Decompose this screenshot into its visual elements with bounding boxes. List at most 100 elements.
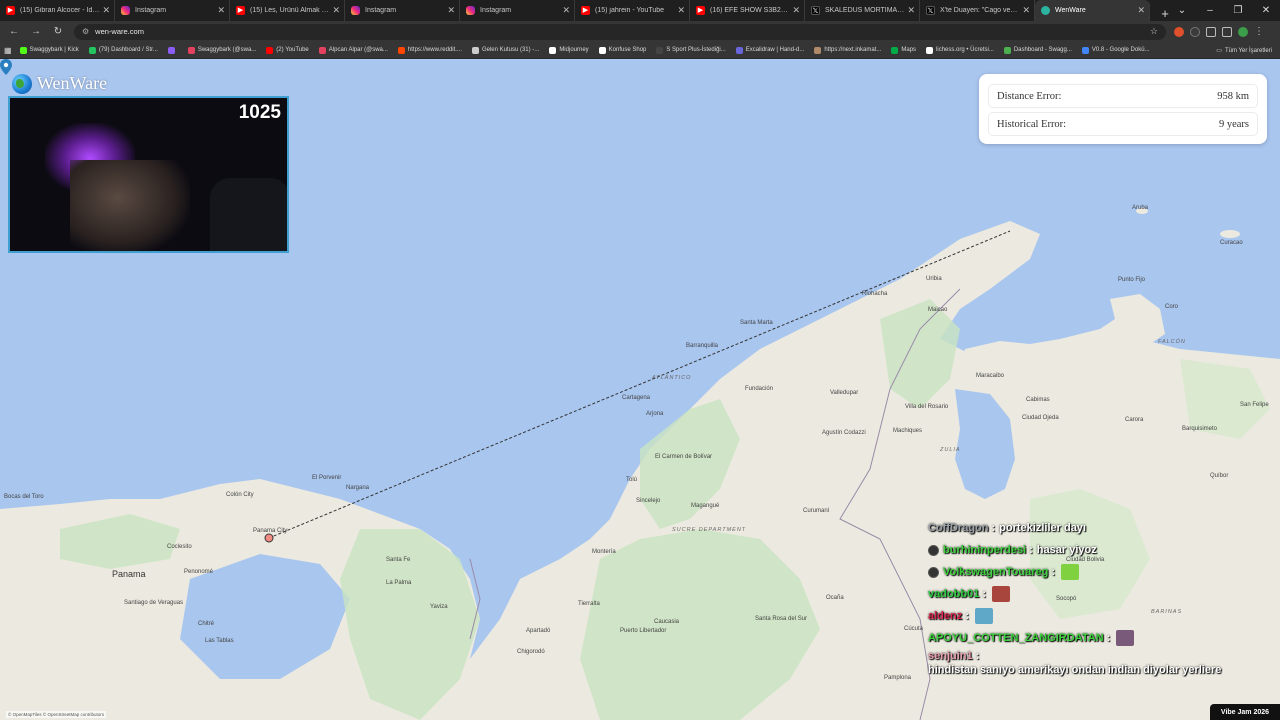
bookmark-item[interactable]: Konfuse Shop [598, 46, 647, 54]
bookmark-item[interactable]: Swaggybark | Kick [19, 46, 79, 54]
close-tab-icon[interactable]: ✕ [562, 5, 570, 16]
close-tab-icon[interactable]: ✕ [217, 5, 225, 16]
close-tab-icon[interactable]: ✕ [102, 5, 110, 16]
instagram-icon [351, 6, 360, 15]
vibe-jam-label: Vibe Jam 2026 [1220, 708, 1270, 716]
browser-menu-icon[interactable]: ⋮ [1254, 26, 1264, 37]
address-bar[interactable]: ⚙ wen-ware.com ☆ [74, 23, 1166, 40]
close-tab-icon[interactable]: ✕ [1022, 5, 1030, 16]
bookmark-label: Konfuse Shop [608, 47, 647, 53]
bookmark-favicon-icon [88, 46, 96, 54]
bookmark-item[interactable]: Maps [891, 46, 917, 54]
tab-strip: ▶(15) Gibran Alcocer - Idea 10✕ Instagram… [0, 0, 1280, 21]
vibe-jam-badge[interactable]: Vibe Jam 2026 [1210, 704, 1280, 720]
close-tab-icon[interactable]: ✕ [332, 5, 340, 16]
bookmark-label: https://next.inkamat... [824, 47, 882, 53]
close-tab-icon[interactable]: ✕ [447, 5, 455, 16]
bookmark-item[interactable]: Excalidraw | Hand-d... [735, 46, 804, 54]
tab-title: Instagram [365, 7, 397, 14]
extension-icon[interactable] [1190, 26, 1200, 37]
close-tab-icon[interactable]: ✕ [677, 5, 685, 16]
bookmark-item[interactable]: V0.8 - Google Dokü... [1081, 46, 1150, 54]
close-tab-icon[interactable]: ✕ [792, 5, 800, 16]
map-label: Agustín Codazzi [822, 430, 866, 436]
extensions-puzzle-icon[interactable] [1206, 26, 1216, 37]
map-label: Ocaña [826, 595, 844, 601]
map-label: Puerto Libertador [620, 628, 667, 634]
minimize-button[interactable]: – [1196, 5, 1224, 16]
map-label: Riohacha [862, 291, 888, 297]
bookmark-item[interactable]: Alpcan Alpar (@swa... [318, 46, 388, 54]
close-tab-icon[interactable]: ✕ [1137, 5, 1145, 16]
browser-tab[interactable]: ▶ (15) Gibran Alcocer - Idea 10✕ [0, 0, 115, 21]
map-label: Magangué [691, 503, 720, 509]
bookmark-item[interactable]: Midjourney [549, 46, 589, 54]
map-label: Chitré [198, 621, 215, 627]
map-label: Fundación [745, 386, 774, 392]
tab-title: Instagram [480, 7, 512, 14]
bookmark-favicon-icon [891, 46, 899, 54]
media-control-icon[interactable] [1222, 26, 1232, 37]
browser-tab[interactable]: Instagram ✕ [460, 0, 575, 21]
bookmark-star-icon[interactable]: ☆ [1150, 26, 1158, 37]
map-label: Villa del Rosario [905, 404, 949, 410]
bookmark-item[interactable]: Swaggybark (@swa... [187, 46, 256, 54]
chat-text: portekizliler dayı [999, 522, 1086, 534]
close-tab-icon[interactable]: ✕ [907, 5, 915, 16]
bookmark-item[interactable]: lichess.org • Ücretsi... [926, 46, 994, 54]
logo-text: WenWare [37, 73, 108, 93]
bookmark-item[interactable] [167, 46, 178, 54]
reload-button[interactable]: ↻ [50, 26, 66, 37]
profile-avatar[interactable] [1238, 26, 1248, 37]
browser-tab[interactable]: ▶ (15) Les, Ürünü Almak İçin Mi✕ [230, 0, 345, 21]
map-label: Tierralta [578, 601, 600, 607]
forward-button[interactable]: → [28, 26, 44, 37]
browser-tab[interactable]: Instagram ✕ [115, 0, 230, 21]
tab-title: (16) EFE SHOW S3B26 | MÖS [710, 7, 789, 14]
browser-tab[interactable]: Instagram ✕ [345, 0, 460, 21]
extension-icon[interactable] [1174, 26, 1184, 37]
apps-grid-icon[interactable]: ▦ [4, 46, 12, 55]
browser-tab[interactable]: WenWare ✕ [1035, 0, 1150, 21]
bookmark-item[interactable]: S Sport Plus-İstediği... [656, 46, 726, 54]
bookmark-label: Alpcan Alpar (@swa... [328, 47, 388, 53]
map-label: Curumaní [803, 508, 830, 514]
map-label: Punto Fijo [1118, 277, 1146, 283]
map-attribution[interactable]: © OpenMapTiles © OpenStreetMap contribut… [6, 711, 107, 718]
bookmark-item[interactable]: Gelen Kutusu (31) -... [471, 46, 539, 54]
tab-title: WenWare [1055, 7, 1086, 14]
curacao-island [1220, 230, 1240, 238]
back-button[interactable]: ← [6, 26, 22, 37]
bookmark-item[interactable]: https://www.reddit.... [397, 46, 462, 54]
map-label: El Carmen de Bolívar [655, 454, 713, 460]
close-window-button[interactable]: ✕ [1252, 5, 1280, 16]
chat-message: burhininperdesi: hasar yiyoz [928, 539, 1273, 561]
site-info-icon[interactable]: ⚙ [82, 27, 89, 36]
bookmark-favicon-icon [471, 46, 479, 54]
browser-tab[interactable]: 𝕏 X'te Duayen: "Cago vergi mü✕ [920, 0, 1035, 21]
map-label: Santa Fe [386, 557, 411, 563]
folder-icon: ▭ [1216, 48, 1222, 54]
bookmark-favicon-icon [549, 46, 557, 54]
map-label: Curacao [1220, 240, 1243, 246]
bookmark-item[interactable]: (2) YouTube [266, 46, 309, 54]
browser-tab[interactable]: ▶ (15) jahrein - YouTube ✕ [575, 0, 690, 21]
browser-tab[interactable]: 𝕏 SKALEDUS MORTIMAS Toplu✕ [805, 0, 920, 21]
chat-emote-icon [992, 586, 1011, 602]
browser-tab[interactable]: ▶ (16) EFE SHOW S3B26 | MÖS✕ [690, 0, 805, 21]
bookmark-item[interactable]: Dashboard - Swagg... [1003, 46, 1072, 54]
app-logo[interactable]: WenWare [12, 73, 107, 94]
chat-separator: : [991, 522, 996, 534]
bookmark-item[interactable]: (79) Dashboard / Str... [88, 46, 158, 54]
bookmark-favicon-icon [735, 46, 743, 54]
all-bookmarks-button[interactable]: ▭ Tüm Yer İşaretleri [1216, 42, 1272, 59]
extensions-area: ⋮ [1174, 26, 1264, 37]
bookmark-item[interactable]: https://next.inkamat... [814, 46, 882, 54]
x-icon: 𝕏 [811, 6, 820, 15]
maximize-button[interactable]: ❐ [1224, 5, 1252, 16]
tab-search-icon[interactable]: ⌄ [1168, 5, 1196, 16]
bookmark-label: Maps [901, 47, 917, 53]
map-label: San Felipe [1240, 402, 1269, 408]
tab-list: ▶(15) Gibran Alcocer - Idea 10✕ Instagram… [0, 0, 1150, 21]
map-canvas[interactable]: Aruba Curacao Punto Fijo Coro FALCÓN Rio… [0, 59, 1280, 720]
